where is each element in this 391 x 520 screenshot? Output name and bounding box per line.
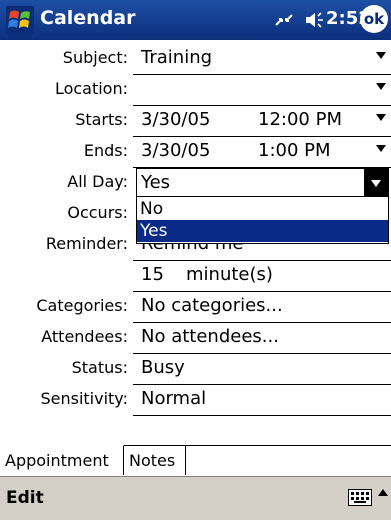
status-row: Status: Busy [0, 354, 391, 385]
subject-field[interactable]: Training [133, 44, 391, 75]
ends-field: 3/30/05 1:00 PM [133, 137, 391, 168]
speaker-icon[interactable] [303, 9, 325, 31]
all-day-combo[interactable]: Yes [136, 168, 389, 198]
ends-label: Ends: [83, 141, 128, 160]
sensitivity-row: Sensitivity: Normal [0, 385, 391, 416]
tab-notes[interactable]: Notes [124, 446, 186, 475]
status-field[interactable]: Busy [133, 354, 391, 385]
ends-dropdown-arrow-icon[interactable] [376, 145, 386, 152]
location-label: Location: [54, 79, 128, 98]
connectivity-icon[interactable] [272, 9, 296, 31]
attendees-label: Attendees: [41, 327, 128, 346]
sensitivity-label: Sensitivity: [40, 389, 128, 408]
categories-field[interactable]: No categories... [133, 292, 391, 323]
starts-date[interactable]: 3/30/05 [141, 109, 210, 130]
app-title: Calendar [40, 7, 136, 29]
location-field[interactable] [133, 75, 391, 106]
menu-bar: Edit [0, 476, 391, 520]
categories-row: Categories: No categories... [0, 292, 391, 323]
subject-label: Subject: [62, 48, 128, 67]
starts-label: Starts: [75, 110, 128, 129]
categories-label: Categories: [36, 296, 128, 315]
starts-time[interactable]: 12:00 PM [258, 109, 342, 130]
ends-date[interactable]: 3/30/05 [141, 140, 210, 161]
sensitivity-value: Normal [141, 388, 207, 409]
attendees-value: No attendees... [141, 326, 279, 347]
reminder-amount[interactable]: 15 [141, 264, 164, 285]
keyboard-icon[interactable] [348, 489, 372, 506]
attendees-row: Attendees: No attendees... [0, 323, 391, 354]
reminder-label: Reminder: [45, 234, 128, 253]
all-day-dropdown-list: No Yes [136, 196, 389, 244]
attendees-field[interactable]: No attendees... [133, 323, 391, 354]
all-day-dropdown-button[interactable] [364, 169, 388, 197]
subject-value: Training [141, 47, 213, 68]
ok-button[interactable]: ok [360, 5, 388, 33]
sensitivity-field[interactable]: Normal [133, 385, 391, 416]
reminder-amount-row: 15 minute(s) [0, 261, 391, 292]
status-value: Busy [141, 357, 185, 378]
tab-appointment[interactable]: Appointment [0, 445, 124, 475]
all-day-row: All Day: Yes [0, 168, 391, 198]
title-bar: Calendar 2:52 ok [0, 0, 391, 40]
all-day-value: Yes [141, 172, 171, 193]
all-day-option-yes[interactable]: Yes [137, 220, 388, 242]
location-dropdown-arrow-icon[interactable] [376, 83, 386, 90]
windows-flag-icon[interactable] [6, 6, 34, 34]
starts-dropdown-arrow-icon[interactable] [376, 114, 386, 121]
all-day-option-no[interactable]: No [137, 198, 388, 220]
categories-value: No categories... [141, 295, 283, 316]
location-row: Location: [0, 75, 391, 106]
reminder-amount-field: 15 minute(s) [133, 261, 391, 292]
input-panel-up-arrow-icon[interactable] [378, 489, 388, 496]
tab-strip: Appointment Notes [0, 445, 391, 476]
status-label: Status: [71, 358, 128, 377]
reminder-unit[interactable]: minute(s) [186, 264, 273, 285]
all-day-label: All Day: [67, 172, 128, 191]
ends-time[interactable]: 1:00 PM [258, 140, 331, 161]
occurs-label: Occurs: [67, 203, 128, 222]
subject-dropdown-arrow-icon[interactable] [376, 52, 386, 59]
subject-row: Subject: Training [0, 44, 391, 75]
ends-row: Ends: 3/30/05 1:00 PM [0, 137, 391, 168]
edit-menu[interactable]: Edit [6, 488, 44, 508]
starts-row: Starts: 3/30/05 12:00 PM [0, 106, 391, 137]
starts-field: 3/30/05 12:00 PM [133, 106, 391, 137]
